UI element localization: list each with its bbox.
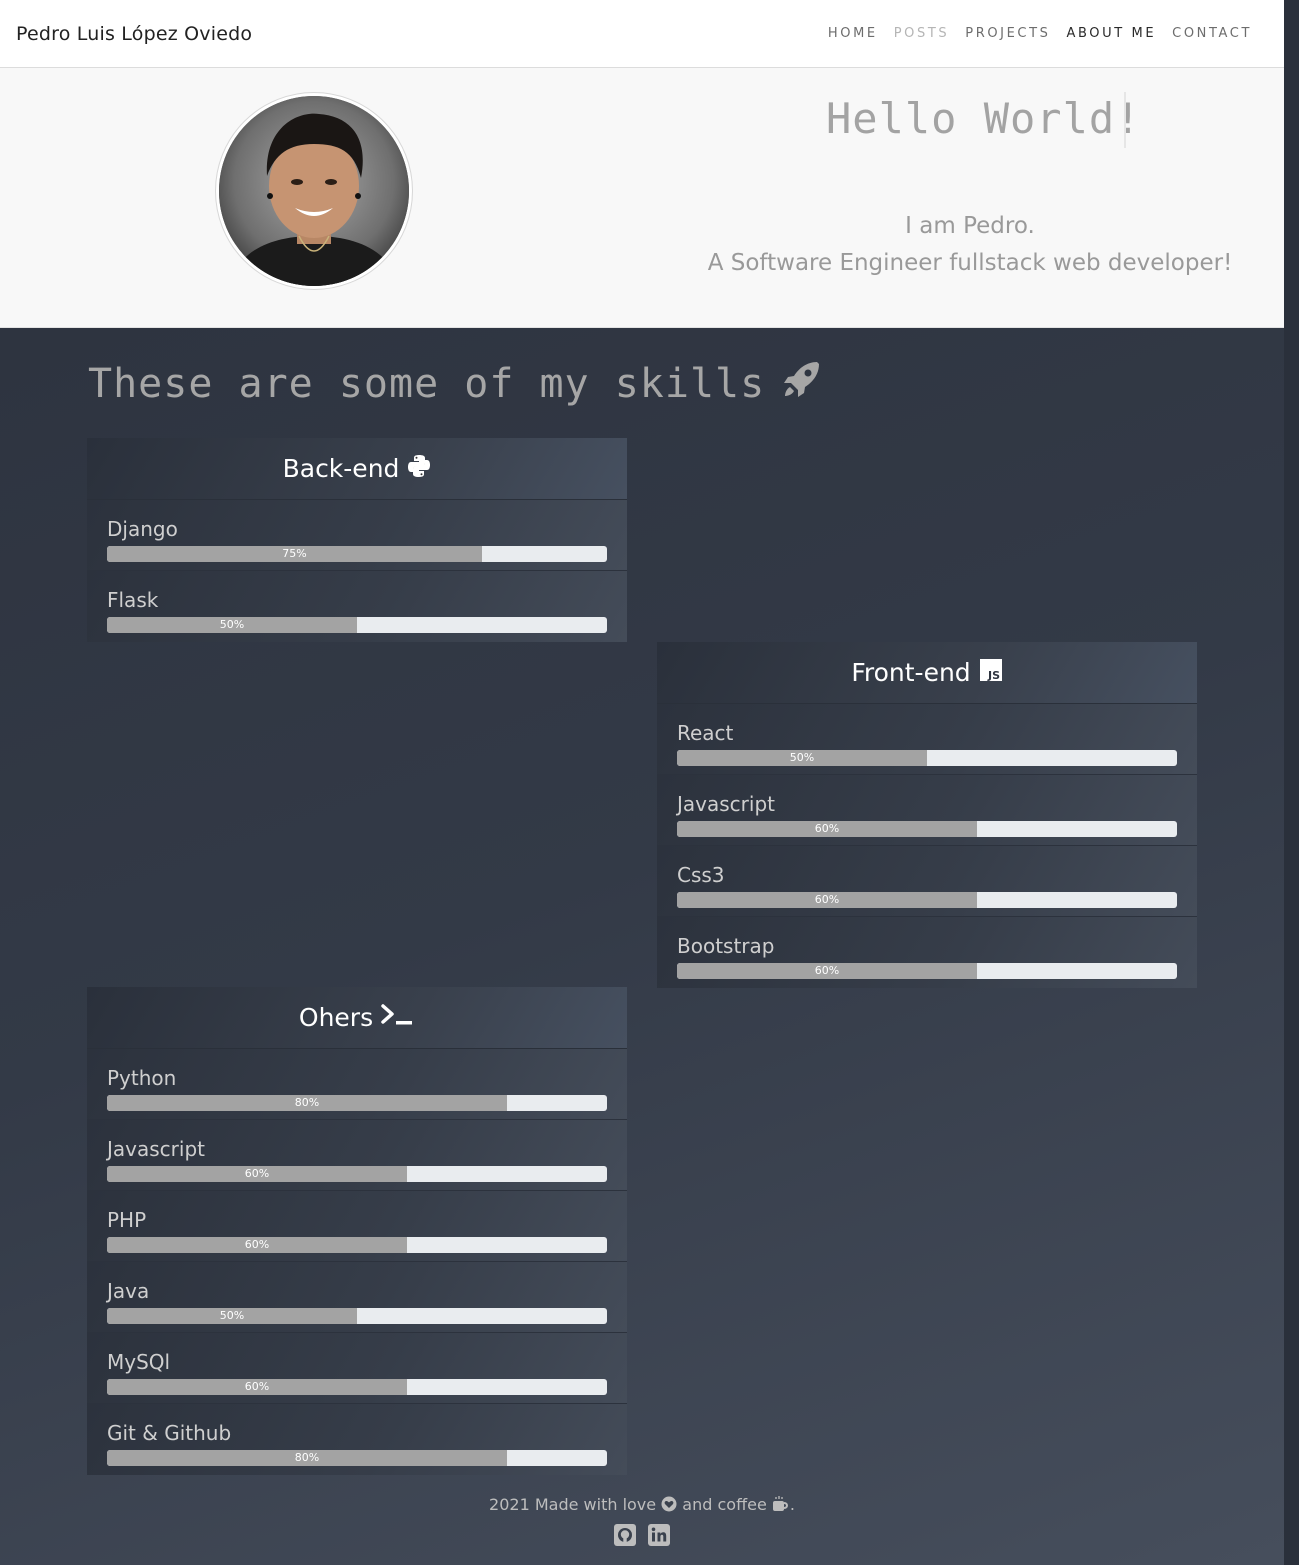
progress-bar: 50% [107, 617, 607, 633]
nav-item-contact[interactable]: CONTACT [1164, 26, 1260, 41]
nav-item-projects[interactable]: PROJECTS [957, 26, 1058, 41]
rocket-icon [781, 358, 823, 410]
progress-fill: 80% [107, 1450, 507, 1466]
progress-bar: 60% [107, 1237, 607, 1253]
brand-title[interactable]: Pedro Luis López Oviedo [16, 23, 252, 45]
skill-name: Flask [107, 588, 159, 612]
frontend-card: Front-end JS React 50% Javascript 60% Cs… [657, 642, 1197, 988]
skill-name: Css3 [677, 863, 725, 887]
progress-fill: 60% [107, 1166, 407, 1182]
skill-bootstrap: Bootstrap 60% [657, 917, 1197, 988]
progress-fill: 50% [107, 617, 357, 633]
progress-fill: 60% [677, 821, 977, 837]
skill-django: Django 75% [87, 500, 627, 571]
heart-icon [661, 1496, 677, 1516]
footer-social-links [0, 1523, 1284, 1552]
progress-fill: 60% [107, 1237, 407, 1253]
python-icon [407, 454, 431, 484]
skill-flask: Flask 50% [87, 571, 627, 642]
hero-subtitle: I am Pedro. A Software Engineer fullstac… [660, 208, 1280, 282]
skill-git-github: Git & Github 80% [87, 1404, 627, 1475]
progress-bar: 80% [107, 1450, 607, 1466]
skill-name: MySQl [107, 1350, 171, 1374]
backend-card-header: Back-end [87, 438, 627, 500]
progress-fill: 60% [677, 892, 977, 908]
progress-bar: 60% [677, 821, 1177, 837]
skill-name: Django [107, 517, 178, 541]
progress-bar: 60% [107, 1379, 607, 1395]
progress-fill: 60% [677, 963, 977, 979]
nav-item-home[interactable]: HOME [820, 26, 886, 41]
typing-cursor [1124, 92, 1126, 148]
progress-bar: 60% [677, 892, 1177, 908]
skill-javascript: Javascript 60% [657, 775, 1197, 846]
skill-javascript: Javascript 60% [87, 1120, 627, 1191]
javascript-icon: JS [979, 658, 1003, 688]
backend-card-title: Back-end [282, 454, 400, 483]
progress-bar: 60% [677, 963, 1177, 979]
hero-section: Hello World! I am Pedro. A Software Engi… [0, 68, 1284, 328]
progress-fill: 50% [107, 1308, 357, 1324]
skill-java: Java 50% [87, 1262, 627, 1333]
skill-name: React [677, 721, 734, 745]
avatar [219, 96, 409, 286]
skill-name: Java [107, 1279, 150, 1303]
skill-name: PHP [107, 1208, 147, 1232]
others-card: Ohers Python 80% Javascript 60% PHP 60% … [87, 987, 627, 1475]
progress-fill: 80% [107, 1095, 507, 1111]
hero-title: Hello World! [826, 94, 1142, 143]
progress-bar: 50% [107, 1308, 607, 1324]
avatar-frame [215, 92, 413, 290]
progress-bar: 50% [677, 750, 1177, 766]
skill-python: Python 80% [87, 1049, 627, 1120]
coffee-icon [772, 1495, 790, 1516]
progress-bar: 75% [107, 546, 607, 562]
nav-item-posts[interactable]: POSTS [886, 26, 958, 41]
svg-text:JS: JS [987, 669, 1000, 682]
navbar: Pedro Luis López Oviedo HOME POSTS PROJE… [0, 0, 1284, 68]
progress-bar: 80% [107, 1095, 607, 1111]
skill-php: PHP 60% [87, 1191, 627, 1262]
hero-line-2: A Software Engineer fullstack web develo… [707, 250, 1233, 276]
progress-bar: 60% [107, 1166, 607, 1182]
frontend-card-header: Front-end JS [657, 642, 1197, 704]
backend-card: Back-end Django 75% Flask 50% [87, 438, 627, 642]
skill-name: Git & Github [107, 1421, 232, 1445]
skill-mysql: MySQl 60% [87, 1333, 627, 1404]
terminal-icon [381, 1003, 415, 1033]
skill-name: Bootstrap [677, 934, 775, 958]
hero-line-1: I am Pedro. [905, 213, 1035, 239]
footer-text: 2021 Made with love and coffee . [0, 1495, 1284, 1516]
others-card-header: Ohers [87, 987, 627, 1049]
footer-text-coffee: and coffee [682, 1495, 767, 1514]
skill-css3: Css3 60% [657, 846, 1197, 917]
progress-fill: 60% [107, 1379, 407, 1395]
page: Pedro Luis López Oviedo HOME POSTS PROJE… [0, 0, 1284, 1565]
skill-name: Javascript [107, 1137, 205, 1161]
skill-name: Javascript [677, 792, 775, 816]
progress-fill: 50% [677, 750, 927, 766]
others-card-title: Ohers [298, 1003, 374, 1032]
github-icon[interactable] [613, 1523, 637, 1552]
skill-react: React 50% [657, 704, 1197, 775]
footer-period: . [789, 1495, 795, 1514]
skills-title-text: These are some of my skills [88, 361, 766, 407]
frontend-card-title: Front-end [851, 658, 971, 687]
footer-text-love: 2021 Made with love [489, 1495, 657, 1514]
nav-item-about-me[interactable]: ABOUT ME [1059, 26, 1165, 41]
skills-title: These are some of my skills [88, 358, 823, 410]
skill-name: Python [107, 1066, 177, 1090]
linkedin-icon[interactable] [647, 1523, 671, 1552]
skills-section: These are some of my skills Back-end Dja… [0, 328, 1284, 1565]
progress-fill: 75% [107, 546, 482, 562]
scrollbar[interactable] [1284, 0, 1299, 1565]
nav-menu: HOME POSTS PROJECTS ABOUT ME CONTACT [820, 26, 1260, 41]
